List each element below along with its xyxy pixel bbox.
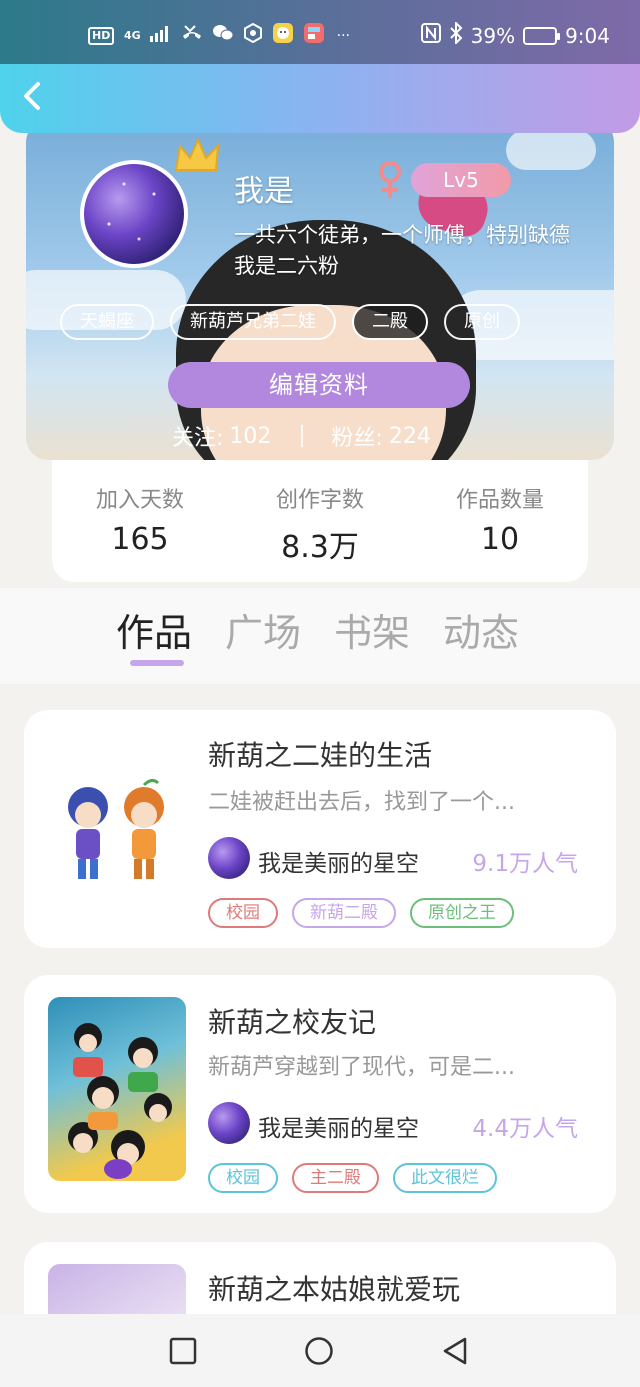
header-bar: HD 4G ··· 39% 9:04 — [0, 0, 640, 133]
content-tabs: 作品 广场 书架 动态 — [0, 588, 640, 684]
profile-bio-line: 我是二六粉 — [234, 254, 339, 278]
level-badge: Lv5 — [411, 163, 511, 197]
crown-icon — [174, 137, 220, 171]
profile-username: 我是 — [234, 174, 294, 209]
status-bar: HD 4G ··· 39% 9:04 — [0, 0, 640, 64]
author-name[interactable]: 我是美丽的星空 — [258, 1109, 419, 1143]
author-avatar[interactable] — [208, 1102, 250, 1144]
author-avatar[interactable] — [208, 837, 250, 879]
stat-word-count: 创作字数 8.3万 — [240, 482, 400, 566]
work-title[interactable]: 新葫之校友记 — [208, 1001, 376, 1041]
active-tab-indicator — [130, 660, 184, 666]
work-tag[interactable]: 原创之王 — [410, 898, 514, 928]
work-title[interactable]: 新葫之二娃的生活 — [208, 734, 432, 774]
work-cover[interactable] — [48, 997, 186, 1181]
work-tag[interactable]: 此文很烂 — [393, 1163, 497, 1193]
female-icon — [379, 161, 401, 198]
profile-tag[interactable]: 原创 — [444, 304, 520, 340]
profile-avatar[interactable] — [80, 160, 188, 268]
stat-value: 165 — [111, 522, 169, 557]
signal-icon — [150, 24, 172, 47]
tab-feed[interactable]: 动态 — [443, 602, 519, 657]
work-cover[interactable] — [48, 737, 186, 921]
divider — [301, 425, 304, 447]
work-description: 新葫芦穿越到了现代，可是二... — [208, 1055, 515, 1080]
chevron-left-icon — [24, 82, 40, 110]
stat-label: 创作字数 — [275, 488, 364, 513]
missed-call-icon — [181, 24, 203, 47]
app-icon — [243, 22, 263, 48]
wechat-icon — [212, 24, 234, 47]
profile-tag[interactable]: 天蝎座 — [60, 304, 154, 340]
bluetooth-icon — [449, 20, 463, 49]
network-type: 4G — [124, 28, 141, 42]
profile-bio: 一共六个徒弟，一个师傅，特别缺德 我是二六粉 — [234, 220, 614, 282]
profile-tag[interactable]: 新葫芦兄弟二娃 — [170, 304, 336, 340]
work-title[interactable]: 新葫之本姑娘就爱玩 — [208, 1268, 460, 1308]
work-card[interactable]: 新葫之二娃的生活 二娃被赶出去后，找到了一个... 我是美丽的星空 9.1万人气… — [24, 710, 616, 948]
profile-tags: 天蝎座 新葫芦兄弟二娃 二殿 原创 — [60, 304, 520, 340]
hd-icon: HD — [88, 26, 115, 45]
author-name[interactable]: 我是美丽的星空 — [258, 844, 419, 878]
follow-stats: 关注: 102 粉丝: 224 — [172, 420, 431, 452]
cover-illustration — [68, 778, 164, 879]
work-tags: 校园 新葫二殿 原创之王 — [208, 898, 514, 928]
work-tag[interactable]: 主二殿 — [292, 1163, 379, 1193]
more-dots-icon: ··· — [336, 27, 351, 44]
tab-works[interactable]: 作品 — [116, 602, 192, 657]
stat-label: 加入天数 — [95, 488, 184, 513]
tab-square[interactable]: 广场 — [225, 602, 301, 657]
followers-label[interactable]: 粉丝: — [331, 420, 382, 452]
stats-panel: 加入天数 165 创作字数 8.3万 作品数量 10 — [52, 452, 588, 582]
work-tags: 校园 主二殿 此文很烂 — [208, 1163, 497, 1193]
clock: 9:04 — [565, 23, 610, 48]
battery-percent: 39% — [470, 23, 516, 48]
battery-icon — [523, 26, 561, 45]
home-circle-icon[interactable] — [304, 1336, 334, 1366]
work-card[interactable]: 新葫之校友记 新葫芦穿越到了现代，可是二... 我是美丽的星空 4.4万人气 校… — [24, 975, 616, 1213]
profile-tag-active[interactable]: 二殿 — [352, 304, 428, 340]
work-tag[interactable]: 校园 — [208, 1163, 278, 1193]
nfc-icon — [420, 23, 441, 48]
popularity-count: 9.1万人气 — [472, 851, 578, 877]
cover-illustration — [68, 1023, 172, 1179]
work-tag[interactable]: 校园 — [208, 898, 278, 928]
tab-bookshelf[interactable]: 书架 — [334, 602, 410, 657]
app-icon — [303, 22, 325, 49]
stat-value: 10 — [480, 522, 520, 557]
back-triangle-icon[interactable] — [440, 1336, 470, 1366]
profile-bio-line: 一共六个徒弟，一个师傅，特别缺德 — [234, 223, 570, 247]
stat-value: 8.3万 — [281, 530, 359, 565]
system-nav-bar — [0, 1314, 640, 1387]
back-button[interactable] — [18, 78, 50, 114]
stat-label: 作品数量 — [455, 488, 544, 513]
profile-banner: 我是 Lv5 一共六个徒弟，一个师傅，特别缺德 我是二六粉 天蝎座 新葫芦兄弟二… — [26, 120, 614, 460]
qq-icon — [272, 22, 294, 49]
stat-join-days: 加入天数 165 — [60, 482, 220, 557]
edit-profile-button[interactable]: 编辑资料 — [168, 362, 470, 408]
popularity-count: 4.4万人气 — [472, 1116, 578, 1142]
following-label[interactable]: 关注: — [172, 420, 223, 452]
followers-count[interactable]: 224 — [389, 424, 431, 449]
following-count[interactable]: 102 — [229, 424, 271, 449]
work-description: 二娃被赶出去后，找到了一个... — [208, 790, 515, 815]
work-tag[interactable]: 新葫二殿 — [292, 898, 396, 928]
stat-works-count: 作品数量 10 — [420, 482, 580, 557]
recents-square-icon[interactable] — [168, 1336, 198, 1366]
